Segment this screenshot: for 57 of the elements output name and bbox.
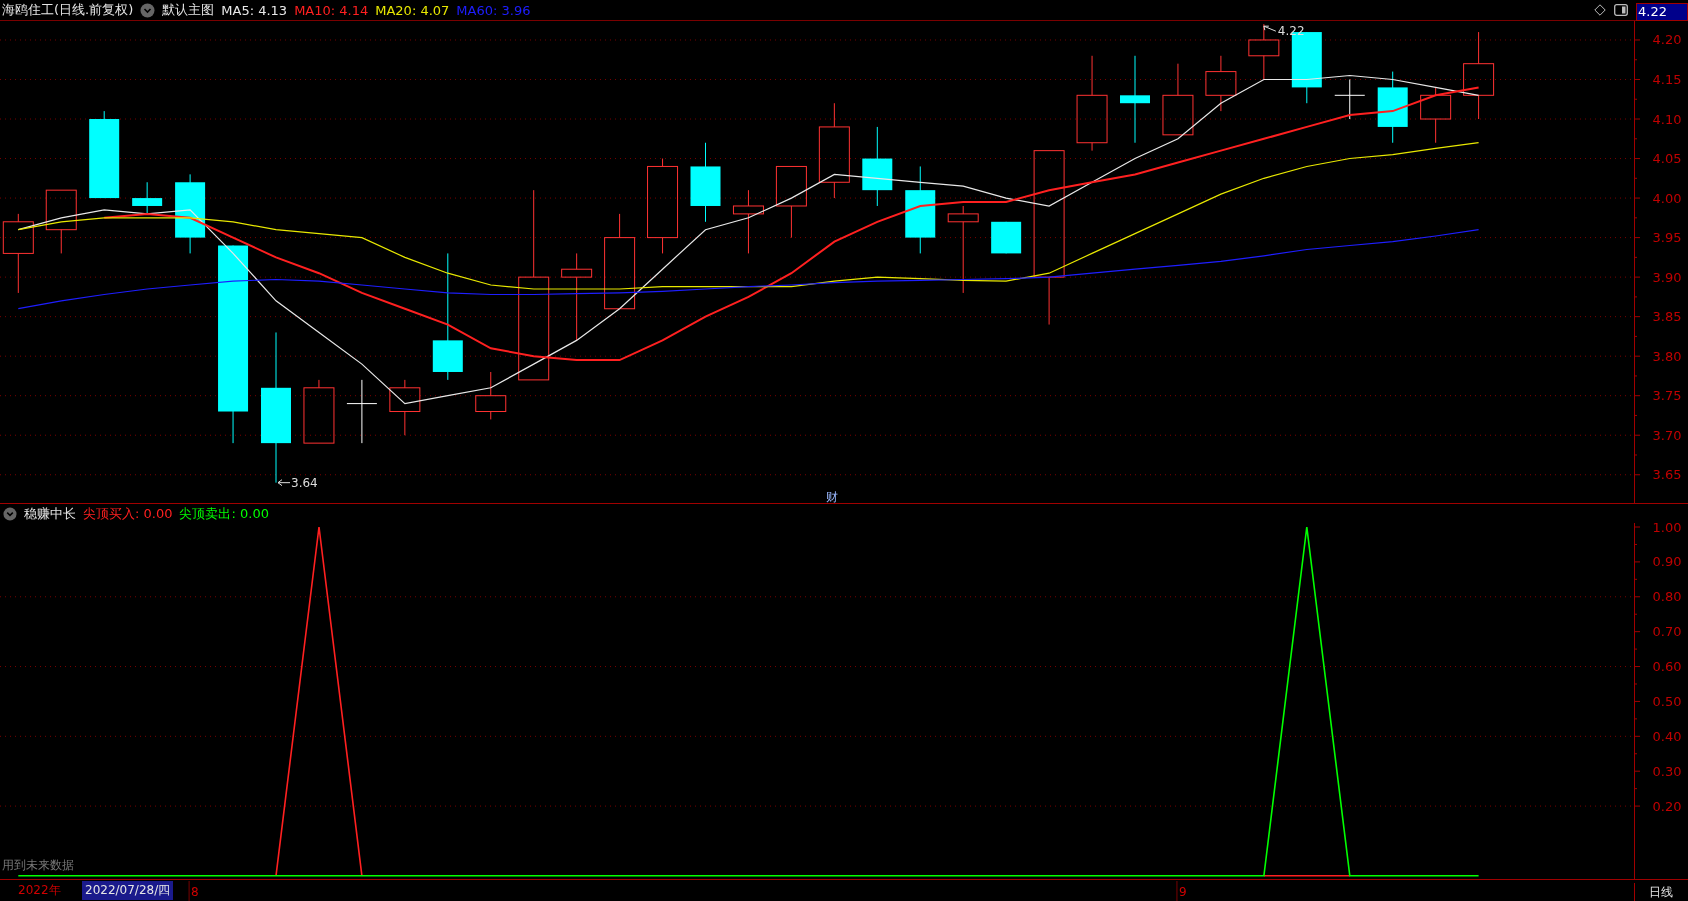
indicator-legend: 尖顶卖出: 0.00 (179, 504, 269, 523)
high-price-label: 4.22 (1277, 24, 1305, 39)
indicator-title[interactable]: 稳赚中长 (24, 504, 76, 523)
dropdown-icon[interactable] (3, 506, 17, 521)
cursor-date: 2022/07/28/四 (82, 881, 174, 900)
axis-label: 4.20 (1652, 32, 1682, 48)
period-label[interactable]: 日线 (1634, 883, 1688, 901)
axis-label: 3.65 (1652, 467, 1682, 483)
candlestick (1205, 55, 1237, 112)
low-price-label: 3.64 (291, 476, 318, 491)
axis-label: 3.90 (1652, 269, 1682, 285)
axis-label: 0.60 (1652, 659, 1682, 675)
axis-label: 3.70 (1652, 427, 1682, 443)
axis-label: 4.15 (1652, 72, 1682, 87)
stock-title: 海鸥住工(日线.前复权) (2, 1, 134, 19)
candlestick (303, 379, 335, 444)
candlestick (389, 379, 421, 436)
axis-label: 0.50 (1652, 694, 1682, 710)
finance-marker[interactable]: 财 (826, 490, 838, 504)
candlestick (132, 181, 163, 215)
candlestick (1420, 86, 1452, 144)
candlestick (1334, 79, 1366, 120)
dropdown-icon[interactable] (140, 2, 156, 18)
arrow-icon (1263, 25, 1277, 32)
last-price: 4.22 (1636, 3, 1688, 21)
candlestick (1248, 23, 1280, 80)
axis-label: 0.30 (1652, 764, 1682, 780)
axis-label: 3.75 (1652, 388, 1682, 404)
future-data-note: 用到未来数据 (2, 858, 74, 873)
axis-label: 4.10 (1652, 111, 1682, 127)
template-name[interactable]: 默认主图 (162, 1, 215, 19)
candlestick (991, 221, 1022, 254)
candlestick (732, 189, 764, 254)
axis-label: 0.40 (1652, 729, 1682, 745)
ma-legend: MA20: 4.07 (375, 2, 450, 18)
axis-label: 4.05 (1652, 151, 1682, 167)
candlestick (346, 379, 378, 444)
arrow-icon (277, 479, 291, 487)
ma-legend: MA60: 3.96 (456, 2, 531, 18)
axis-label: 0.70 (1652, 624, 1682, 640)
axis-label: 3.95 (1652, 230, 1682, 246)
axis-label: 3.80 (1652, 348, 1682, 364)
candlestick (475, 371, 507, 420)
axis-label: 0.20 (1652, 799, 1682, 814)
ma-legend: MA5: 4.13 (221, 2, 288, 18)
axis-label: 4.00 (1652, 190, 1682, 206)
axis-label: 3.85 (1652, 309, 1682, 325)
month-label: 8 (191, 885, 199, 899)
candlestick (45, 189, 77, 254)
year-label: 2022年 (18, 882, 62, 899)
ma-legend: MA10: 4.14 (294, 2, 369, 18)
diamond-icon[interactable] (1594, 4, 1606, 16)
indicator-legend: 尖顶买入: 0.00 (83, 504, 173, 523)
panel-icon[interactable] (1614, 4, 1628, 16)
axis-label: 0.80 (1652, 589, 1682, 605)
axis-label: 0.90 (1652, 554, 1682, 570)
month-label: 9 (1178, 885, 1187, 899)
